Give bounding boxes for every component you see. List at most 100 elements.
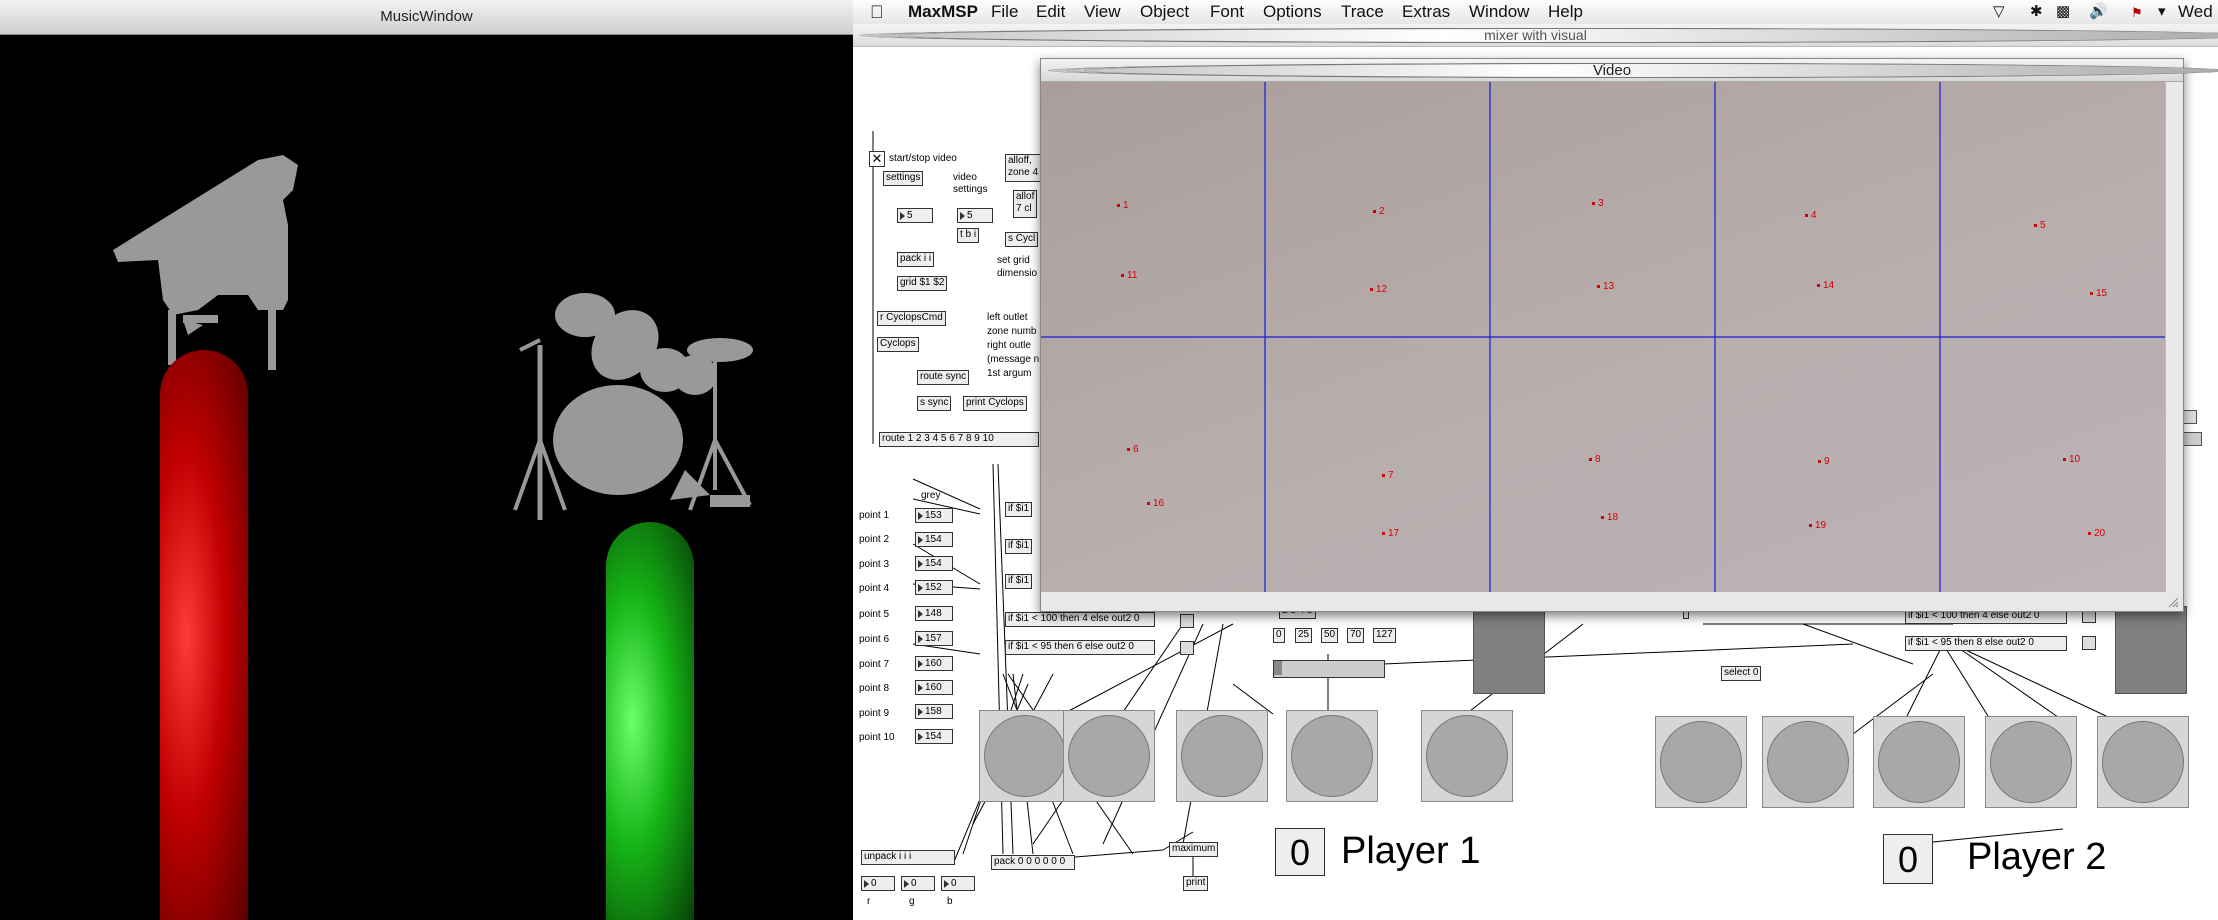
menu-window[interactable]: Window — [1469, 2, 1529, 22]
bang-button[interactable] — [1180, 614, 1194, 628]
menu-edit[interactable]: Edit — [1036, 2, 1065, 22]
pad-disc — [1291, 715, 1373, 797]
menu-object[interactable]: Object — [1140, 2, 1189, 22]
msg-70[interactable]: 70 — [1347, 628, 1365, 643]
apple-icon[interactable]:  — [870, 2, 884, 23]
point-value[interactable]: 153 — [915, 508, 953, 523]
bluetooth-icon[interactable]: ✱ — [2030, 2, 2043, 20]
volume-icon[interactable]: 🔊 — [2089, 2, 2108, 20]
if-object[interactable]: if $i1 — [1005, 502, 1033, 517]
slider-knob[interactable] — [1274, 661, 1282, 675]
player1-pad[interactable] — [1421, 710, 1513, 802]
tbi-object[interactable]: t b i — [957, 228, 980, 243]
wifi-icon[interactable]: ▽ — [1993, 2, 2005, 20]
display-icon[interactable]: ▩ — [2056, 2, 2070, 20]
grid-y-number[interactable]: 5 — [957, 208, 993, 223]
player2-pad[interactable] — [1873, 716, 1965, 808]
point-value[interactable]: 158 — [915, 704, 953, 719]
video-scrollbar[interactable] — [2165, 82, 2182, 592]
r-cyclopscmd-object[interactable]: r CyclopsCmd — [877, 311, 946, 326]
alloff-message[interactable]: alloff, zone 4 — [1005, 154, 1042, 182]
point-value[interactable]: 160 — [915, 656, 953, 671]
player1-pad[interactable] — [979, 710, 1071, 802]
input-menu-icon[interactable]: ▾ — [2158, 2, 2166, 20]
alloff-message-2[interactable]: allof 7 cl — [1013, 190, 1038, 218]
select-object[interactable]: select 0 — [1721, 666, 1762, 681]
player2-score[interactable]: 0 — [1883, 834, 1933, 884]
point-label: point 1 — [859, 510, 890, 521]
point-value[interactable]: 154 — [915, 556, 953, 571]
s-sync-object[interactable]: s sync — [917, 396, 952, 411]
route-object[interactable]: route 1 2 3 4 5 6 7 8 9 10 — [879, 432, 1039, 447]
tracking-point: 5 — [2034, 220, 2046, 231]
tracking-point: 3 — [1592, 198, 1604, 209]
print-object[interactable]: print — [1183, 876, 1209, 891]
g-number[interactable]: 0 — [901, 876, 935, 891]
r-number[interactable]: 0 — [861, 876, 895, 891]
if-object[interactable]: if $i1 — [1005, 539, 1033, 554]
menu-extras[interactable]: Extras — [1402, 2, 1450, 22]
point-value[interactable]: 154 — [915, 532, 953, 547]
pad-disc — [2102, 721, 2184, 803]
player2-pad[interactable] — [1762, 716, 1854, 808]
bang-button[interactable] — [2082, 636, 2096, 650]
grid-x-number[interactable]: 5 — [897, 208, 933, 223]
point-value[interactable]: 157 — [915, 631, 953, 646]
video-feed[interactable]: 1 2 3 4 5 11 12 13 14 15 6 7 8 9 10 16 1… — [1041, 82, 2165, 592]
cyclops-object[interactable]: Cyclops — [877, 337, 919, 352]
player1-label: Player 1 — [1341, 830, 1481, 872]
bang-button[interactable] — [1180, 641, 1194, 655]
menu-view[interactable]: View — [1084, 2, 1121, 22]
s-cycl-object[interactable]: s Cycl — [1005, 232, 1039, 247]
player2-pad[interactable] — [1655, 716, 1747, 808]
point-value[interactable]: 148 — [915, 606, 953, 621]
player1-pad[interactable] — [1286, 710, 1378, 802]
menu-options[interactable]: Options — [1263, 2, 1322, 22]
right-if-object[interactable]: if $i1 < 95 then 8 else out2 0 — [1905, 636, 2067, 651]
print-cyclops-object[interactable]: print Cyclops — [963, 396, 1027, 411]
player2-pad[interactable] — [2097, 716, 2189, 808]
pad-disc — [1990, 721, 2072, 803]
player2-pad[interactable] — [1985, 716, 2077, 808]
unpack-object[interactable]: unpack i i i — [861, 850, 955, 865]
route-sync-object[interactable]: route sync — [917, 370, 970, 385]
msg-50[interactable]: 50 — [1321, 628, 1339, 643]
menu-file[interactable]: File — [991, 2, 1018, 22]
b-number[interactable]: 0 — [941, 876, 975, 891]
tracking-point: 16 — [1147, 498, 1164, 509]
menu-trace[interactable]: Trace — [1341, 2, 1384, 22]
settings-message[interactable]: settings — [883, 171, 924, 186]
outlet-comment: left outlet zone numb right outle (messa… — [987, 312, 1040, 379]
if-object[interactable]: if $i1 — [1005, 574, 1033, 589]
point-value[interactable]: 152 — [915, 580, 953, 595]
menu-font[interactable]: Font — [1210, 2, 1244, 22]
point-value[interactable]: 154 — [915, 729, 953, 744]
flag-icon[interactable]: ⚑ — [2131, 5, 2143, 21]
menu-help[interactable]: Help — [1548, 2, 1583, 22]
b-label: b — [947, 896, 953, 907]
player1-score[interactable]: 0 — [1275, 828, 1325, 876]
point-label: point 6 — [859, 634, 890, 645]
player1-pad[interactable] — [1063, 710, 1155, 802]
tracking-point: 8 — [1589, 454, 1601, 465]
point-value[interactable]: 160 — [915, 680, 953, 695]
maximum-object[interactable]: maximum — [1169, 842, 1219, 857]
green-level-column — [606, 522, 694, 920]
grid-message[interactable]: grid $1 $2 — [897, 276, 948, 291]
slider[interactable] — [1273, 660, 1385, 678]
player1-pad[interactable] — [1176, 710, 1268, 802]
menubar:  MaxMSP File Edit View Object Font Opti… — [853, 0, 2218, 41]
msg-127[interactable]: 127 — [1373, 628, 1396, 643]
g-label: g — [909, 896, 915, 907]
msg-0[interactable]: 0 — [1273, 628, 1285, 643]
music-window-titlebar[interactable]: MusicWindow — [0, 0, 853, 35]
pack-ii-object[interactable]: pack i i — [897, 252, 935, 267]
msg-25[interactable]: 25 — [1295, 628, 1313, 643]
start-stop-toggle[interactable]: ✕ — [869, 151, 885, 167]
if-object[interactable]: if $i1 < 100 then 4 else out2 0 — [1005, 612, 1155, 627]
video-titlebar[interactable]: Video — [1041, 59, 2218, 82]
if-object[interactable]: if $i1 < 95 then 6 else out2 0 — [1005, 640, 1155, 655]
pack6-object[interactable]: pack 0 0 0 0 0 0 — [991, 855, 1075, 870]
resize-handle-icon[interactable] — [2167, 595, 2179, 608]
menu-maxmsp[interactable]: MaxMSP — [908, 2, 978, 22]
